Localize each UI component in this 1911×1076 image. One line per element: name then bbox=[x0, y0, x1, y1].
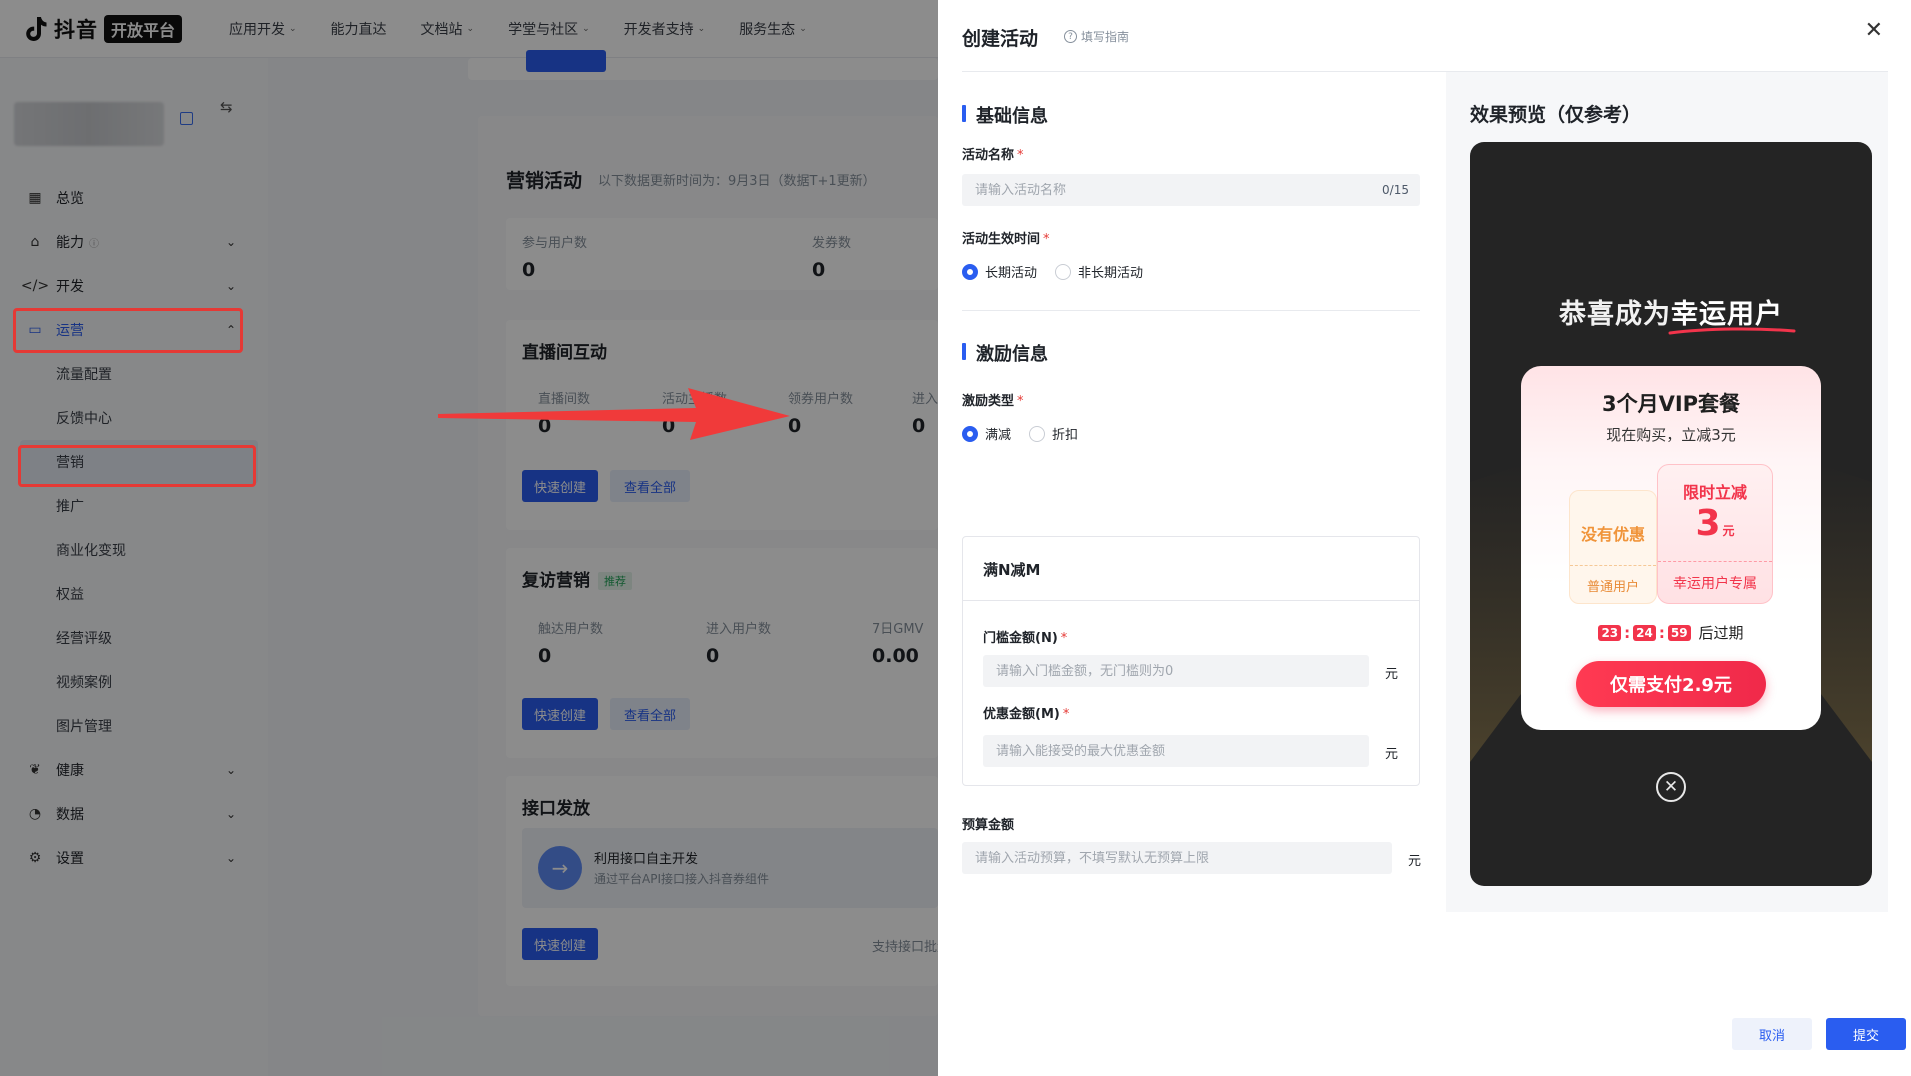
incentive-info-title: 激励信息 bbox=[962, 340, 1048, 366]
phone-preview: 恭喜成为幸运用户 3个月VIP套餐 现在购买，立减3元 没有优惠 普通用户 限时… bbox=[1470, 142, 1872, 886]
submit-button[interactable]: 提交 bbox=[1826, 1018, 1906, 1050]
timer-colon: : bbox=[1624, 623, 1631, 642]
section-divider bbox=[962, 310, 1420, 311]
radio-label: 长期活动 bbox=[985, 266, 1038, 281]
timer-hours: 23 bbox=[1598, 624, 1622, 641]
effect-preview-panel: 效果预览（仅参考） 恭喜成为幸运用户 3个月VIP套餐 现在购买，立减3元 没有… bbox=[1446, 72, 1888, 912]
activity-name-field[interactable]: 0/15 bbox=[962, 174, 1420, 206]
limit-amount: 3元 bbox=[1658, 503, 1772, 544]
char-count: 0/15 bbox=[1382, 183, 1409, 197]
threshold-input[interactable] bbox=[996, 663, 1368, 679]
create-activity-drawer: 创建活动 ? 填写指南 ✕ 基础信息 活动名称* 0/15 活动生效时间* 长期… bbox=[938, 0, 1911, 1076]
required-mark: * bbox=[1062, 707, 1070, 722]
required-mark: * bbox=[1060, 631, 1068, 646]
radio-discount[interactable]: 折扣 bbox=[1029, 424, 1078, 443]
radio-label: 满减 bbox=[985, 428, 1012, 443]
radio-checked-icon bbox=[962, 425, 978, 442]
radio-label: 非长期活动 bbox=[1078, 266, 1144, 281]
fill-guide-link[interactable]: ? 填写指南 bbox=[1064, 28, 1129, 45]
threshold-label: 门槛金额(N) * bbox=[983, 627, 1067, 646]
lucky-user-text: 幸运用户专属 bbox=[1658, 561, 1772, 603]
incentive-type-radio-group: 满减 折扣 bbox=[962, 424, 1078, 443]
popup-close-icon: ✕ bbox=[1656, 772, 1686, 802]
label-text: 活动名称 bbox=[962, 148, 1015, 163]
normal-user-text: 普通用户 bbox=[1570, 565, 1656, 603]
rule-card: 满N减M 门槛金额(N)* 元 优惠金额(M)* 元 bbox=[962, 536, 1420, 786]
effective-time-radio-group: 长期活动 非长期活动 bbox=[962, 262, 1143, 281]
lucky-discount-card: 限时立减 3元 幸运用户专属 bbox=[1657, 464, 1773, 604]
activity-name-input[interactable] bbox=[975, 182, 1419, 198]
package-subtitle: 现在购买，立减3元 bbox=[1606, 426, 1736, 444]
expire-text: 后过期 bbox=[1698, 624, 1744, 642]
threshold-field[interactable] bbox=[983, 655, 1369, 687]
budget-unit: 元 bbox=[1408, 854, 1422, 869]
preview-title: 效果预览（仅参考） bbox=[1470, 104, 1642, 126]
discount-unit: 元 bbox=[1385, 747, 1399, 762]
incentive-type-label: 激励类型 * bbox=[962, 390, 1024, 409]
radio-non-long-term[interactable]: 非长期活动 bbox=[1055, 262, 1143, 281]
discount-amount-input[interactable] bbox=[996, 743, 1368, 759]
limit-amount-unit: 元 bbox=[1722, 524, 1735, 538]
coupon-popup: 3个月VIP套餐 现在购买，立减3元 没有优惠 普通用户 限时立减 3元 幸运用… bbox=[1521, 366, 1821, 730]
timer-minutes: 24 bbox=[1633, 624, 1656, 641]
swoosh-underline-decoration bbox=[1668, 327, 1796, 335]
radio-label: 折扣 bbox=[1052, 428, 1079, 443]
timer-seconds: 59 bbox=[1667, 624, 1691, 641]
label-text: 优惠金额(M) bbox=[983, 707, 1060, 722]
rule-card-title: 满N减M bbox=[963, 537, 1419, 601]
budget-field[interactable] bbox=[962, 842, 1392, 874]
activity-name-label: 活动名称 * bbox=[962, 144, 1024, 163]
timer-colon: : bbox=[1658, 623, 1665, 642]
threshold-unit: 元 bbox=[1385, 667, 1399, 682]
cancel-button[interactable]: 取消 bbox=[1732, 1018, 1812, 1050]
radio-checked-icon bbox=[962, 263, 978, 280]
red-arrow-annotation bbox=[438, 388, 790, 440]
drawer-title: 创建活动 bbox=[962, 28, 1039, 50]
basic-info-title: 基础信息 bbox=[962, 102, 1048, 128]
radio-full-reduction[interactable]: 满减 bbox=[962, 424, 1011, 443]
required-mark: * bbox=[1017, 148, 1024, 163]
budget-label: 预算金额 bbox=[962, 818, 1015, 833]
modal-backdrop[interactable] bbox=[0, 0, 938, 1076]
limit-amount-value: 3 bbox=[1695, 503, 1721, 544]
highlight-box-operation bbox=[13, 308, 243, 353]
discount-amount-field[interactable] bbox=[983, 735, 1369, 767]
fill-guide-label: 填写指南 bbox=[1081, 30, 1130, 44]
countdown-timer: 23 : 24 : 59 后过期 bbox=[1521, 622, 1821, 643]
question-icon: ? bbox=[1064, 30, 1077, 43]
discount-amount-label: 优惠金额(M) * bbox=[983, 703, 1069, 722]
required-mark: * bbox=[1017, 394, 1024, 409]
drawer-footer: 取消 提交 bbox=[938, 1016, 1911, 1076]
required-mark: * bbox=[1043, 232, 1050, 247]
label-text: 活动生效时间 bbox=[962, 232, 1041, 247]
package-title: 3个月VIP套餐 bbox=[1601, 392, 1741, 416]
no-discount-text: 没有优惠 bbox=[1580, 525, 1645, 544]
radio-unchecked-icon bbox=[1029, 425, 1046, 442]
congrats-prefix: 恭喜成为 bbox=[1559, 299, 1671, 330]
limit-title: 限时立减 bbox=[1682, 483, 1747, 502]
label-text: 激励类型 bbox=[962, 394, 1015, 409]
normal-price-card: 没有优惠 普通用户 bbox=[1569, 490, 1657, 604]
highlight-box-marketing bbox=[18, 445, 256, 487]
label-text: 门槛金额(N) bbox=[983, 631, 1058, 646]
radio-unchecked-icon bbox=[1055, 263, 1072, 280]
effective-time-label: 活动生效时间 * bbox=[962, 228, 1050, 247]
budget-input[interactable] bbox=[975, 850, 1391, 866]
close-icon[interactable]: ✕ bbox=[1865, 20, 1883, 42]
pay-button: 仅需支付2.9元 bbox=[1576, 661, 1766, 707]
radio-long-term[interactable]: 长期活动 bbox=[962, 262, 1037, 281]
